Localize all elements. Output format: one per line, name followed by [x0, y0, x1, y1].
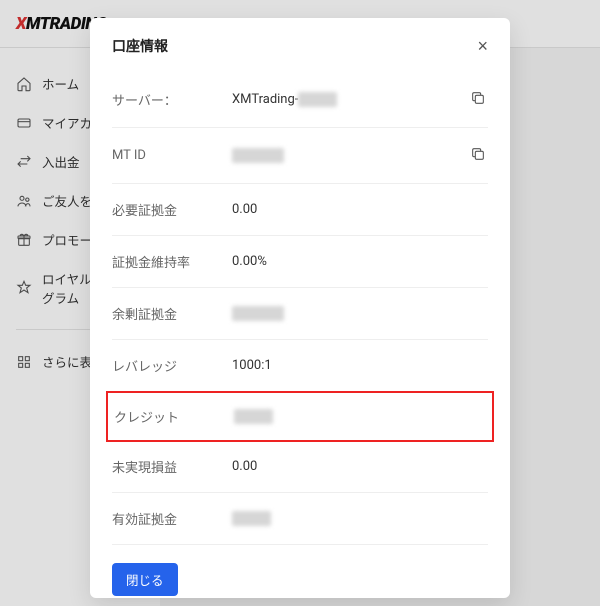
- copy-icon[interactable]: [468, 144, 488, 167]
- blurred-value: xxxxxxxx: [232, 306, 284, 321]
- info-row: MT IDxxxxxxxx: [112, 128, 488, 184]
- info-row: 証拠金維持率0.00%: [112, 236, 488, 288]
- row-value: 0.00: [232, 459, 468, 474]
- copy-icon[interactable]: [468, 88, 488, 111]
- row-value: xxxxxxxx: [232, 306, 468, 321]
- modal-footer: 閉じる: [112, 545, 488, 596]
- info-row: 余剰証拠金xxxxxxxx: [112, 288, 488, 340]
- row-label: 有効証拠金: [112, 509, 232, 528]
- info-row: 有効証拠金xxxxxx: [112, 493, 488, 545]
- row-label: クレジット: [114, 407, 234, 426]
- row-value: 1000:1: [232, 358, 468, 373]
- row-label: 必要証拠金: [112, 200, 232, 219]
- row-value: XMTrading-xxxxxx: [232, 92, 468, 107]
- blurred-value: xxxxxx: [298, 92, 337, 107]
- close-button[interactable]: 閉じる: [112, 563, 178, 596]
- modal-header: 口座情報 ×: [112, 36, 488, 72]
- close-icon[interactable]: ×: [477, 37, 488, 55]
- row-label: レバレッジ: [112, 356, 232, 375]
- modal-rows: サーバー：XMTrading-xxxxxxMT IDxxxxxxxx必要証拠金0…: [112, 72, 488, 545]
- info-row: 未実現損益0.00: [112, 441, 488, 493]
- row-label: MT ID: [112, 148, 232, 163]
- row-value: 0.00%: [232, 254, 468, 269]
- row-label: 余剰証拠金: [112, 304, 232, 323]
- info-row: クレジットxxxxxx: [106, 391, 494, 442]
- info-row: サーバー：XMTrading-xxxxxx: [112, 72, 488, 128]
- info-row: レバレッジ1000:1: [112, 340, 488, 392]
- blurred-value: xxxxxx: [234, 409, 273, 424]
- modal-overlay: 口座情報 × サーバー：XMTrading-xxxxxxMT IDxxxxxxx…: [0, 0, 600, 606]
- info-row: 必要証拠金0.00: [112, 184, 488, 236]
- modal-title: 口座情報: [112, 36, 168, 56]
- blurred-value: xxxxxxxx: [232, 148, 284, 163]
- row-value: xxxxxxxx: [232, 148, 468, 163]
- blurred-value: xxxxxx: [232, 511, 271, 526]
- row-value: 0.00: [232, 202, 468, 217]
- row-label: サーバー：: [112, 90, 232, 109]
- row-value: xxxxxx: [232, 511, 468, 526]
- row-label: 証拠金維持率: [112, 252, 232, 271]
- account-info-modal: 口座情報 × サーバー：XMTrading-xxxxxxMT IDxxxxxxx…: [90, 18, 510, 598]
- row-value: xxxxxx: [234, 409, 466, 424]
- row-label: 未実現損益: [112, 457, 232, 476]
